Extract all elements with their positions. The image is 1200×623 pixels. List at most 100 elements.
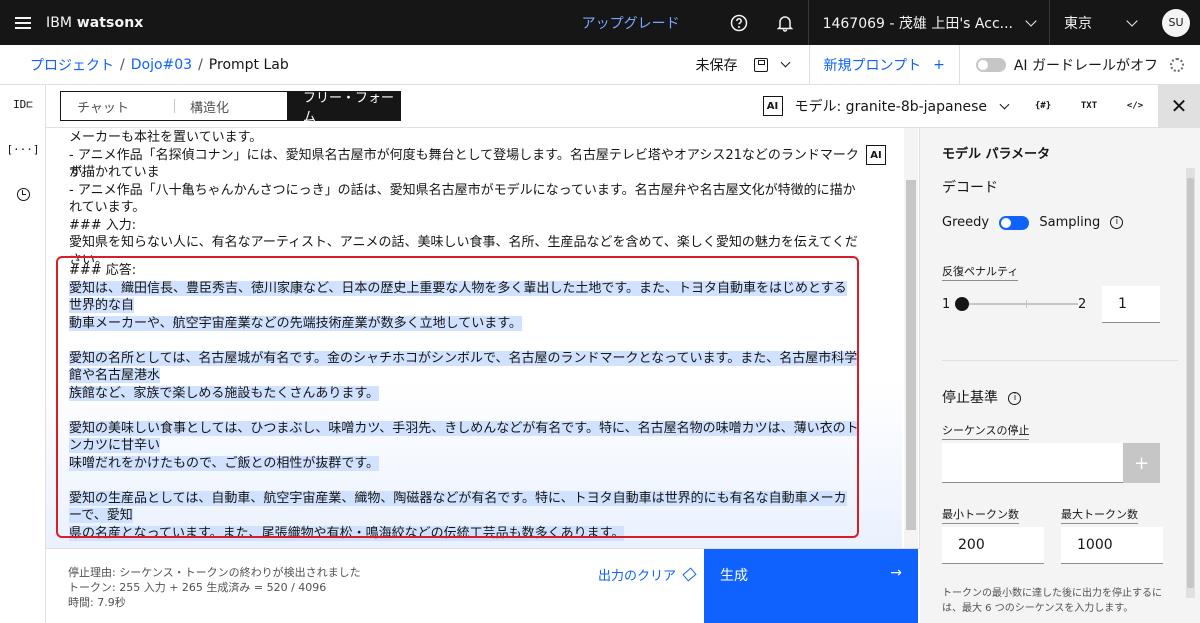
decoding-switch: Greedy Sampling i bbox=[942, 215, 1124, 230]
new-prompt-button[interactable]: 新規プロンプト + bbox=[810, 55, 959, 75]
panel-title: モデル パラメータ bbox=[942, 147, 1051, 162]
clock-icon bbox=[16, 187, 30, 201]
ai-badge-icon: AI bbox=[866, 145, 886, 165]
tab-chat[interactable]: チャット bbox=[61, 92, 174, 120]
bell-icon bbox=[776, 15, 793, 32]
prompt-variables-button[interactable]: {#} bbox=[1020, 85, 1066, 128]
account-switcher[interactable]: 1467069 - 茂雄 上田's Acc... bbox=[807, 0, 1049, 45]
save-icon[interactable] bbox=[753, 57, 768, 72]
breadcrumb-project[interactable]: Dojo#03 bbox=[131, 57, 192, 73]
new-prompt-label: 新規プロンプト bbox=[823, 57, 922, 74]
user-avatar[interactable]: SU bbox=[1162, 8, 1190, 37]
generate-button[interactable]: 生成 → bbox=[704, 549, 918, 623]
stop-sequence-input[interactable] bbox=[942, 443, 1123, 483]
add-stop-sequence-button[interactable]: + bbox=[1123, 443, 1160, 483]
breadcrumb-projects[interactable]: プロジェクト bbox=[30, 55, 114, 75]
decoding-toggle[interactable] bbox=[999, 215, 1030, 230]
brand-name: watsonx bbox=[76, 14, 144, 31]
max-tokens-label: 最大トークン数 bbox=[1061, 506, 1138, 524]
model-parameters-panel: モデル パラメータ デコード Greedy Sampling i 反復ペナルティ… bbox=[920, 128, 1200, 623]
hint-line: は、最大 6 つのシーケンスを入力します。 bbox=[942, 603, 1134, 614]
slider-tick bbox=[1026, 300, 1027, 308]
model-selector[interactable]: モデル: granite-8b-japanese bbox=[795, 96, 1010, 116]
generation-time: 時間: 7.9秒 bbox=[68, 596, 126, 609]
stop-reason: 停止理由: シーケンス・トークンの終わりが検出されました bbox=[68, 566, 361, 579]
greedy-label: Greedy bbox=[942, 215, 990, 230]
rail-item-history[interactable] bbox=[0, 184, 46, 204]
notifications-button[interactable] bbox=[762, 0, 808, 45]
region-name: 東京 bbox=[1064, 15, 1092, 32]
arrow-right-icon: → bbox=[890, 565, 902, 581]
generate-label: 生成 bbox=[720, 568, 748, 584]
breadcrumb: プロジェクト / Dojo#03 / Prompt Lab bbox=[0, 55, 289, 75]
repetition-penalty-label: 反復ペナルティ bbox=[942, 263, 1019, 281]
chevron-down-icon bbox=[1126, 14, 1138, 27]
region-switcher[interactable]: 東京 bbox=[1049, 0, 1150, 45]
rail-item-prompt[interactable]: ID⊏ bbox=[0, 94, 46, 114]
stop-criteria-heading: 停止基準 i bbox=[942, 387, 1022, 407]
clear-output-button[interactable]: 出力のクリア bbox=[598, 565, 697, 584]
repetition-penalty-slider[interactable] bbox=[955, 297, 1078, 311]
menu-icon bbox=[15, 16, 31, 29]
repetition-penalty-input[interactable]: 1 bbox=[1102, 286, 1160, 323]
info-icon[interactable]: i bbox=[1110, 216, 1124, 229]
stop-criteria-label: 停止基準 bbox=[942, 390, 998, 406]
hamburger-menu-button[interactable] bbox=[0, 0, 46, 45]
prompt-editor[interactable]: メーカーも本社を置いています。 - アニメ作品「名探偵コナン」には、愛知県名古屋市… bbox=[46, 128, 920, 548]
mode-switcher: チャット 構造化 フリー・フォーム bbox=[60, 91, 401, 125]
breadcrumb-separator: / bbox=[198, 56, 203, 73]
help-icon bbox=[730, 14, 747, 31]
account-name: 1467069 - 茂雄 上田's Acc... bbox=[822, 15, 1013, 32]
slider-max-label: 2 bbox=[1078, 297, 1087, 312]
top-header: IBM watsonx アップグレード 1467069 - 茂雄 上田's Ac… bbox=[0, 0, 1200, 45]
editor-line: 愛知県を知らない人に、有名なアーティスト、アニメの話、美味しい食事、名所、生産品… bbox=[69, 235, 858, 268]
stop-sequence-hint: トークンの最小数に達した後に出力を停止するに は、最大 6 つのシーケンスを入力… bbox=[942, 586, 1174, 616]
token-count: トークン: 255 入力 + 265 生成済み = 520 / 4096 bbox=[68, 581, 327, 594]
upgrade-link[interactable]: アップグレード bbox=[546, 0, 716, 45]
hint-line: トークンの最小数に達した後に出力を停止するに bbox=[942, 588, 1162, 599]
ai-guardrail-toggle[interactable] bbox=[975, 57, 1006, 72]
response-highlight-box bbox=[56, 256, 859, 538]
min-tokens-label: 最小トークン数 bbox=[942, 506, 1019, 524]
save-options-chevron-icon[interactable] bbox=[780, 57, 790, 68]
chevron-down-icon bbox=[999, 99, 1010, 109]
editor-line: - アニメ作品「八十亀ちゃんかんさつにっき」の話は、愛知県名古屋市がモデルになっ… bbox=[69, 182, 856, 216]
breadcrumb-current: Prompt Lab bbox=[208, 56, 289, 73]
clear-output-label: 出力のクリア bbox=[598, 569, 677, 584]
view-code-button[interactable]: </> bbox=[1112, 85, 1158, 128]
rail-item-variables[interactable]: [···] bbox=[0, 139, 46, 159]
editor-line: す。 bbox=[69, 165, 94, 180]
left-rail: ID⊏ [···] bbox=[0, 85, 46, 623]
editor-footer: 停止理由: シーケンス・トークンの終わりが検出されました トークン: 255 入… bbox=[46, 548, 920, 623]
brand-logo[interactable]: IBM watsonx bbox=[46, 15, 143, 31]
prompt-context-text: メーカーも本社を置いています。 - アニメ作品「名探偵コナン」には、愛知県名古屋市… bbox=[69, 129, 859, 268]
editor-line: - アニメ作品「名探偵コナン」には、愛知県名古屋市が何度も舞台として登場します。… bbox=[69, 147, 859, 181]
token-button[interactable]: TXT bbox=[1066, 85, 1112, 128]
gear-icon[interactable] bbox=[1170, 57, 1184, 72]
brand-prefix: IBM bbox=[46, 14, 73, 31]
editor-content[interactable]: メーカーも本社を置いています。 - アニメ作品「名探偵コナン」には、愛知県名古屋市… bbox=[46, 128, 902, 548]
stop-sequence-label: シーケンスの停止 bbox=[942, 422, 1030, 440]
generation-stats: 停止理由: シーケンス・トークンの終わりが検出されました トークン: 255 入… bbox=[68, 565, 361, 610]
slider-handle[interactable] bbox=[955, 297, 969, 311]
ai-badge-icon: AI bbox=[762, 96, 783, 116]
chevron-down-icon bbox=[1025, 14, 1037, 27]
min-tokens-input[interactable]: 200 bbox=[942, 527, 1044, 564]
help-button[interactable] bbox=[716, 0, 762, 45]
editor-line: ### 入力: bbox=[69, 217, 137, 233]
breadcrumb-bar: プロジェクト / Dojo#03 / Prompt Lab 未保存 新規プロンプ… bbox=[0, 44, 1200, 85]
info-icon[interactable]: i bbox=[1008, 391, 1022, 405]
editor-scrollbar[interactable] bbox=[904, 128, 918, 548]
decode-heading: デコード bbox=[942, 180, 998, 196]
editor-line: メーカーも本社を置いています。 bbox=[69, 130, 263, 145]
close-panel-button[interactable]: ✕ bbox=[1158, 84, 1200, 128]
max-tokens-input[interactable]: 1000 bbox=[1061, 527, 1163, 564]
panel-scrollbar[interactable] bbox=[1186, 168, 1195, 598]
tab-freeform[interactable]: フリー・フォーム bbox=[287, 91, 400, 125]
scrollbar-thumb[interactable] bbox=[1187, 178, 1194, 588]
eraser-icon bbox=[682, 567, 697, 582]
plus-icon: + bbox=[933, 56, 945, 73]
tab-structured[interactable]: 構造化 bbox=[174, 92, 287, 120]
scrollbar-thumb[interactable] bbox=[906, 180, 916, 530]
